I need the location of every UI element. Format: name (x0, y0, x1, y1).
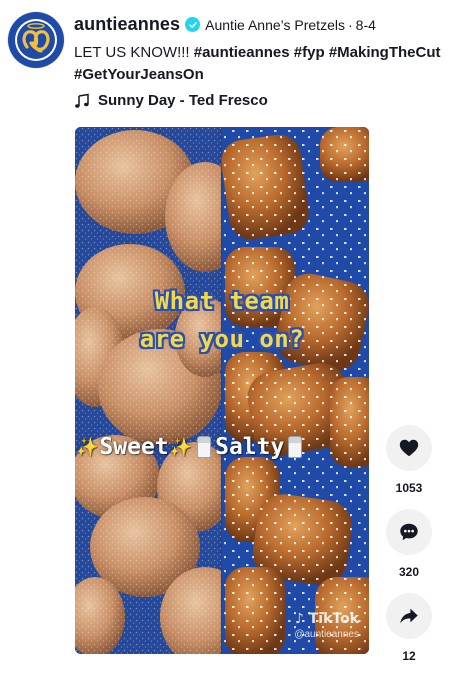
sparkle-icon: ✨ (169, 436, 193, 458)
author-nickname: Auntie Anne’s Pretzels (205, 16, 345, 33)
share-button[interactable] (386, 593, 432, 639)
music-note-icon (75, 93, 89, 108)
hashtag-link[interactable]: #GetYourJeansOn (74, 66, 204, 83)
watermark-handle: @auntieannes (294, 629, 359, 640)
music-title: Sunny Day - Ted Fresco (98, 92, 268, 109)
sparkle-icon: ✨ (76, 436, 99, 458)
video-frame (75, 127, 369, 654)
comment-action: 320 (386, 509, 432, 579)
hashtag-link[interactable]: #fyp (294, 44, 325, 61)
caption-text: LET US KNOW!!! (74, 44, 194, 61)
author-avatar[interactable] (8, 12, 64, 68)
hashtag-link[interactable]: #auntieannes (194, 44, 290, 61)
video-player[interactable]: What team are you on? ✨ Sweet ✨ Salty ♪ … (75, 127, 369, 654)
post-caption: LET US KNOW!!! #auntieannes #fyp #Making… (74, 42, 464, 86)
team-sweet-label: Sweet (99, 434, 169, 460)
tiktok-logo-text: TikTok (308, 611, 359, 627)
like-button[interactable] (386, 425, 432, 471)
comment-bubble-icon (400, 523, 418, 541)
tiktok-watermark: ♪ TikTok @auntieannes (294, 611, 359, 640)
comment-count: 320 (398, 565, 420, 579)
hashtag-link[interactable]: #MakingTheCut (329, 44, 441, 61)
like-action: 1053 (386, 425, 432, 495)
salt-shaker-icon (197, 436, 212, 458)
team-labels: ✨ Sweet ✨ Salty (75, 434, 369, 460)
video-overlay-line2: are you on? (139, 325, 305, 353)
heart-icon (399, 439, 419, 457)
share-action: 12 (386, 593, 432, 663)
team-salty-label: Salty (215, 434, 285, 460)
video-overlay-line1: What team (154, 287, 290, 315)
post-date: 8-4 (355, 16, 376, 33)
comment-button[interactable] (386, 509, 432, 555)
share-count: 12 (402, 649, 416, 663)
post-header: auntieannes Auntie Anne’s Pretzels · 8-4 (74, 14, 376, 35)
pretzel-logo-icon (15, 19, 57, 61)
action-bar: 1053 320 12 (386, 425, 432, 677)
tiktok-note-icon: ♪ (294, 611, 304, 627)
music-link[interactable]: Sunny Day - Ted Fresco (74, 92, 268, 109)
header-separator: · (347, 16, 353, 33)
author-username[interactable]: auntieannes (74, 14, 180, 35)
salt-shaker-icon (288, 436, 303, 458)
verified-check-icon (185, 17, 201, 32)
like-count: 1053 (395, 481, 423, 495)
share-arrow-icon (400, 608, 418, 624)
tiktok-logo: ♪ TikTok (294, 611, 359, 627)
